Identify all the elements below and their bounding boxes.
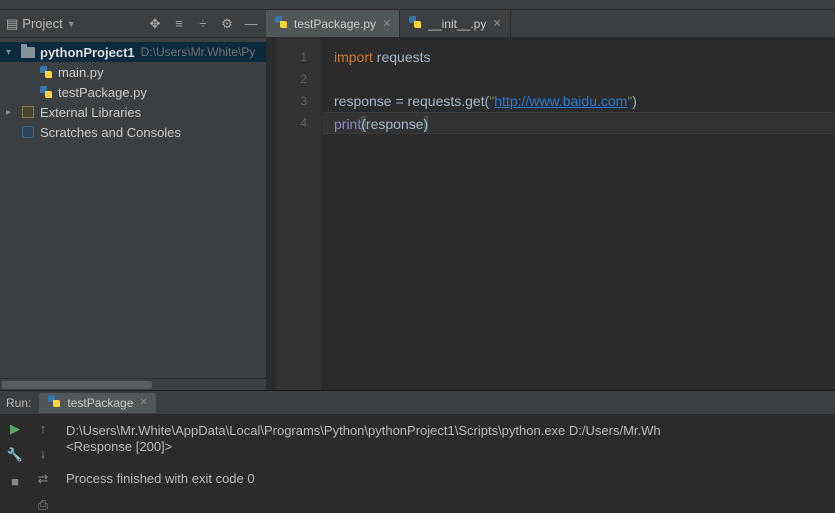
line-number: 1 [276,46,321,68]
project-tree: ▾ pythonProject1 D:\Users\Mr.White\Py ma… [0,38,266,378]
code-editor[interactable]: 1 2 3 4 import requests response = reque… [276,38,835,390]
close-icon[interactable]: ✕ [382,17,391,30]
python-file-icon [38,64,54,80]
root-name: pythonProject1 [40,45,135,60]
project-sidebar: ▤ Project ▼ ✥ ≡ ÷ ⚙ — ▾ pythonProject1 D… [0,10,266,390]
tree-root[interactable]: ▾ pythonProject1 D:\Users\Mr.White\Py [0,42,266,62]
python-file-icon [274,15,288,32]
gear-icon[interactable]: ⚙ [218,15,236,33]
run-label: Run: [6,396,31,410]
run-panel: Run: testPackage ✕ ▶ 🔧 ■ ↑ ↓ ⇄ ⎙ D:\User… [0,390,835,510]
wrench-icon[interactable]: 🔧 [7,447,23,463]
project-header: ▤ Project ▼ ✥ ≡ ÷ ⚙ — [0,10,266,38]
editor-pane: testPackage.py ✕ __init__.py ✕ ▶ 1 2 3 4… [266,10,835,390]
title-bar [0,0,835,10]
tab-label: testPackage.py [294,17,376,31]
scrollbar-thumb[interactable] [2,381,152,389]
run-body: ▶ 🔧 ■ ↑ ↓ ⇄ ⎙ D:\Users\Mr.White\AppData\… [0,415,835,510]
code-line: import requests [322,46,835,68]
project-selector[interactable]: ▤ Project ▼ [6,16,76,32]
extlib-label: External Libraries [40,105,141,120]
run-header: Run: testPackage ✕ [0,391,835,415]
python-file-icon [38,84,54,100]
tab-testpackage[interactable]: testPackage.py ✕ [266,10,400,37]
tree-file[interactable]: main.py [0,62,266,82]
tree-file[interactable]: testPackage.py [0,82,266,102]
scratches-label: Scratches and Consoles [40,125,181,140]
run-tab[interactable]: testPackage ✕ [39,393,155,413]
locate-icon[interactable]: ✥ [146,15,164,33]
run-toolbar-left2: ↑ ↓ ⇄ ⎙ [30,415,56,510]
tab-label: __init__.py [428,17,486,31]
run-tab-label: testPackage [67,396,133,410]
console-line: D:\Users\Mr.White\AppData\Local\Programs… [66,423,661,438]
project-icon: ▤ [6,16,18,32]
stop-button[interactable]: ■ [7,473,23,489]
root-path: D:\Users\Mr.White\Py [141,45,256,59]
folder-icon [20,44,36,60]
library-icon [20,104,36,120]
horizontal-scrollbar[interactable] [0,378,266,390]
soft-wrap-icon[interactable]: ⇄ [38,471,49,487]
file-name: main.py [58,65,104,80]
scratches-icon [20,124,36,140]
line-number: 3 [276,90,321,112]
console-output[interactable]: D:\Users\Mr.White\AppData\Local\Programs… [56,415,835,510]
rerun-button[interactable]: ▶ [7,421,23,437]
run-toolbar-left: ▶ 🔧 ■ [0,415,30,510]
line-gutter: 1 2 3 4 [276,38,322,390]
python-file-icon [408,15,422,32]
code-area[interactable]: import requests response = requests.get(… [322,38,835,390]
line-number: 4 [276,112,321,134]
down-icon[interactable]: ↓ [40,446,47,461]
line-number: 2 [276,68,321,90]
close-icon[interactable]: ✕ [139,397,147,408]
run-gutter-icon[interactable]: ▶ [266,10,276,390]
editor-tabs: testPackage.py ✕ __init__.py ✕ [266,10,835,38]
python-file-icon [47,394,61,411]
print-icon[interactable]: ⎙ [38,497,48,513]
project-label: Project [22,16,62,31]
chevron-right-icon: ▸ [6,107,20,118]
file-name: testPackage.py [58,85,147,100]
tree-scratches[interactable]: Scratches and Consoles [0,122,266,142]
chevron-down-icon: ▾ [6,47,20,58]
code-line: print(response) [322,112,835,134]
up-icon[interactable]: ↑ [40,421,47,436]
tree-external-libraries[interactable]: ▸ External Libraries [0,102,266,122]
console-line: <Response [200]> [66,439,172,454]
console-line: Process finished with exit code 0 [66,471,255,486]
expand-all-icon[interactable]: ≡ [170,15,188,33]
tab-init[interactable]: __init__.py ✕ [400,10,510,37]
code-line: response = requests.get("http://www.baid… [322,90,835,112]
hide-icon[interactable]: — [242,15,260,33]
collapse-all-icon[interactable]: ÷ [194,15,212,33]
close-icon[interactable]: ✕ [492,17,501,30]
dropdown-icon: ▼ [67,19,76,29]
code-line [322,68,835,90]
